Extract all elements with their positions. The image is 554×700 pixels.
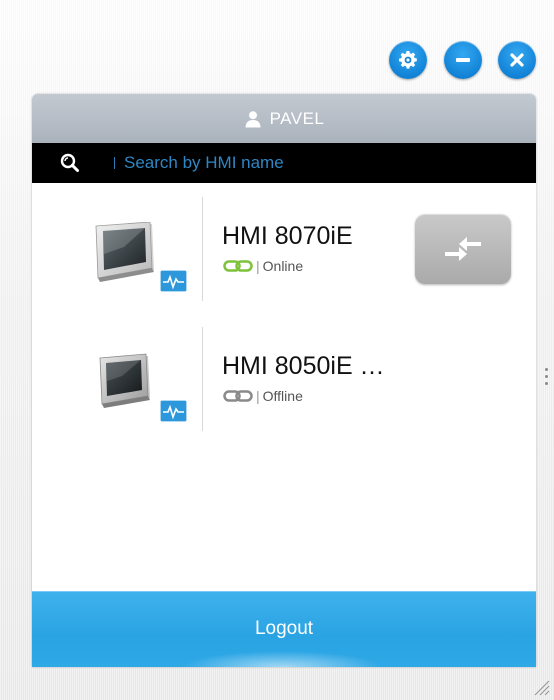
search-bar bbox=[32, 143, 536, 183]
gear-icon bbox=[399, 51, 417, 69]
device-name: HMI 8070iE bbox=[222, 222, 353, 250]
status-row: | Online bbox=[223, 258, 303, 274]
close-icon bbox=[510, 53, 524, 67]
device-name: HMI 8050iE … bbox=[222, 352, 385, 380]
connect-arrows-icon bbox=[445, 237, 481, 261]
link-offline-icon bbox=[223, 390, 253, 402]
connect-button[interactable] bbox=[415, 214, 511, 284]
device-list-item[interactable]: HMI 8070iE | Online bbox=[32, 192, 536, 312]
search-divider bbox=[114, 157, 115, 169]
logout-button[interactable]: Logout bbox=[32, 591, 536, 667]
logout-label: Logout bbox=[254, 618, 314, 639]
device-list-item[interactable]: HMI 8050iE … | Offline bbox=[32, 322, 536, 442]
status-text: Offline bbox=[262, 388, 303, 404]
status-row: | Offline bbox=[223, 388, 303, 404]
resize-grip-icon[interactable] bbox=[530, 676, 550, 696]
search-icon[interactable] bbox=[60, 153, 80, 178]
item-separator bbox=[202, 327, 203, 431]
settings-button[interactable] bbox=[389, 41, 427, 79]
hmi-device-icon bbox=[95, 222, 188, 293]
minimize-button[interactable] bbox=[444, 41, 482, 79]
search-input[interactable] bbox=[124, 149, 504, 177]
status-text: Online bbox=[262, 258, 304, 274]
link-online-icon bbox=[223, 260, 253, 272]
user-name: PAVEL bbox=[269, 108, 325, 128]
close-button[interactable] bbox=[498, 41, 536, 79]
minus-icon bbox=[456, 58, 470, 62]
item-separator bbox=[202, 197, 203, 301]
person-icon bbox=[244, 110, 262, 128]
user-header: PAVEL bbox=[32, 94, 536, 143]
main-panel: PAVEL Search by HMI name HMI 8070iE | On… bbox=[32, 94, 536, 667]
hmi-device-icon bbox=[99, 353, 188, 423]
side-grip-handle[interactable] bbox=[545, 368, 549, 392]
